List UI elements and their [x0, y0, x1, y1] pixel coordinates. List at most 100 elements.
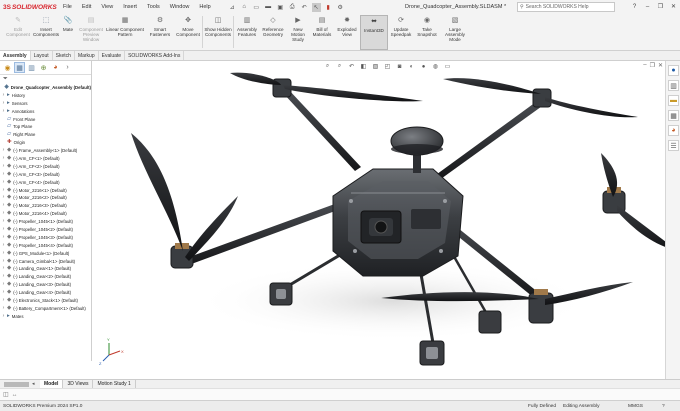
component-preview-button[interactable]: ▤ Component Preview Window [76, 15, 106, 42]
expand-arrow-icon[interactable]: › [0, 187, 7, 195]
tree-item[interactable]: › ◆ (-) Motor_2216<4> (Default) [0, 210, 91, 218]
tree-item[interactable]: › ◆ (-) Motor_2216<1> (Default) [0, 187, 91, 195]
solidworks-resources-icon[interactable]: ● [668, 65, 679, 76]
expand-arrow-icon[interactable]: › [0, 210, 7, 218]
graphics-area[interactable]: ⌕ ⌕ ↶ ◧ ▧ ◰ ◙ ◐ ● ◍ ▭ – ❐ ✕ Y X Z [93, 61, 665, 379]
tree-item[interactable]: › ◆ (-) Motor_2216<3> (Default) [0, 202, 91, 210]
take-snapshot-button[interactable]: ◉ Take Snapshot [414, 15, 440, 37]
tree-item[interactable]: ▱ Right Plane [0, 131, 91, 139]
tab-markup[interactable]: Markup [75, 51, 99, 60]
select-arrow-icon[interactable]: ↖ [311, 2, 321, 12]
tree-item[interactable]: › ◆ (-) Arm_CF<2> (Default) [0, 163, 91, 171]
menu-tools[interactable]: Tools [142, 0, 165, 14]
expand-arrow-icon[interactable]: › [0, 226, 7, 234]
rebuild-icon[interactable]: ▮ [324, 3, 333, 12]
tree-item[interactable]: ✚ Origin [0, 139, 91, 147]
tree-filter[interactable]: ⏷ [0, 75, 91, 83]
options-gear-icon[interactable]: ⚙ [336, 3, 345, 12]
reference-geometry-button[interactable]: ◇ Reference Geometry [260, 15, 286, 37]
horizontal-scrollbar[interactable] [4, 382, 29, 387]
expand-arrow-icon[interactable]: › [0, 273, 7, 281]
menu-help[interactable]: Help [194, 0, 215, 14]
mate-button[interactable]: 📎 Mate [60, 15, 76, 32]
tree-item[interactable]: ▱ Front Plane [0, 116, 91, 124]
solidworks-logo[interactable]: 3S SOLIDWORKS [0, 4, 58, 11]
tree-item[interactable]: › ◆ (-) Electronics_Stack<1> (Default) [0, 297, 91, 305]
custom-properties-icon[interactable]: ☰ [668, 140, 679, 151]
expand-panel-chevron-icon[interactable]: › [62, 62, 73, 73]
view-palette-icon[interactable]: ▦ [668, 110, 679, 121]
new-motion-study-button[interactable]: ▶ New Motion Study [287, 15, 309, 42]
home-icon[interactable]: ⌂ [240, 3, 249, 12]
expand-arrow-icon[interactable]: › [0, 218, 7, 226]
tree-item[interactable]: › ▸ Annotations [0, 108, 91, 116]
tree-item[interactable]: › ◆ (-) Landing_Gear<1> (Default) [0, 265, 91, 273]
tree-item[interactable]: ◈ Drone_Quadcopter_Assembly (Default) [0, 84, 91, 92]
tab-addins[interactable]: SOLIDWORKS Add-Ins [125, 51, 185, 60]
tree-item[interactable]: › ◆ (-) Propeller_1045<1> (Default) [0, 218, 91, 226]
open-folder-icon[interactable]: ▬ [264, 3, 273, 12]
new-document-icon[interactable]: ▭ [252, 3, 261, 12]
tab-assembly[interactable]: Assembly [0, 51, 31, 60]
menu-insert[interactable]: Insert [118, 0, 142, 14]
expand-arrow-icon[interactable]: › [0, 305, 7, 313]
menu-window[interactable]: Window [165, 0, 195, 14]
minimize-icon[interactable]: – [643, 0, 652, 14]
expand-arrow-icon[interactable]: › [0, 265, 7, 273]
help-question-icon[interactable]: ? [630, 0, 639, 14]
tree-item[interactable]: › ◆ (-) Arm_CF<4> (Default) [0, 179, 91, 187]
tab-layout[interactable]: Layout [31, 51, 53, 60]
feature-manager-tab-icon[interactable]: ◉ [2, 62, 13, 73]
expand-arrow-icon[interactable]: › [0, 202, 7, 210]
tab-evaluate[interactable]: Evaluate [99, 51, 126, 60]
tree-item[interactable]: › ▸ Mates [0, 313, 91, 321]
drone-model[interactable]: Y X Z [93, 61, 665, 379]
tree-item[interactable]: › ◆ (-) Landing_Gear<4> (Default) [0, 289, 91, 297]
undo-icon[interactable]: ↶ [300, 3, 309, 12]
close-icon[interactable]: ✕ [669, 0, 678, 14]
display-manager-tab-icon[interactable]: ◕ [50, 62, 61, 73]
configuration-manager-tab-icon[interactable]: ▥ [26, 62, 37, 73]
tree-item[interactable]: › ▸ Sensors [0, 100, 91, 108]
tab-sketch[interactable]: Sketch [53, 51, 75, 60]
status-units[interactable]: MMGS [628, 401, 643, 411]
expand-arrow-icon[interactable]: › [0, 258, 7, 266]
menu-edit[interactable]: Edit [77, 0, 96, 14]
tree-item[interactable]: › ◆ (-) Landing_Gear<3> (Default) [0, 281, 91, 289]
assembly-features-button[interactable]: ▥ Assembly Features [234, 15, 260, 37]
expand-arrow-icon[interactable]: › [0, 234, 7, 242]
exploded-view-button[interactable]: ✸ Exploded View [335, 15, 359, 37]
appearances-icon[interactable]: ◕ [668, 125, 679, 136]
expand-arrow-icon[interactable]: › [0, 171, 7, 179]
expand-arrow-icon[interactable]: › [0, 297, 7, 305]
smart-fasteners-button[interactable]: ⚙ Smart Fasteners [146, 15, 174, 37]
edit-component-button[interactable]: ✎ Edit Component [3, 15, 33, 37]
linear-pattern-button[interactable]: ▦ Linear Component Pattern [105, 15, 145, 37]
expand-arrow-icon[interactable]: › [0, 289, 7, 297]
expand-arrow-icon[interactable]: › [0, 147, 7, 155]
dimxpert-tab-icon[interactable]: ⊕ [38, 62, 49, 73]
expand-arrow-icon[interactable]: › [0, 108, 7, 116]
move-component-button[interactable]: ✥ Move Component [174, 15, 202, 37]
tree-item[interactable]: › ◆ (-) Propeller_1045<4> (Default) [0, 242, 91, 250]
tree-item[interactable]: › ◆ (-) Landing_Gear<2> (Default) [0, 273, 91, 281]
expand-arrow-icon[interactable]: › [0, 179, 7, 187]
menu-file[interactable]: File [58, 0, 77, 14]
large-assembly-mode-button[interactable]: ▧ Large Assembly Mode [441, 15, 469, 42]
expand-arrow-icon[interactable]: › [0, 250, 7, 258]
save-icon[interactable]: ▣ [276, 3, 285, 12]
expand-arrow-icon[interactable]: › [0, 242, 7, 250]
tree-item[interactable]: ▱ Top Plane [0, 123, 91, 131]
tree-item[interactable]: › ◆ (-) Motor_2216<2> (Default) [0, 194, 91, 202]
restore-icon[interactable]: ❐ [656, 0, 665, 14]
panel-toggle-icon[interactable]: ◫ [3, 391, 9, 398]
expand-arrow-icon[interactable]: › [0, 155, 7, 163]
design-library-icon[interactable]: ▥ [668, 80, 679, 91]
tree-item[interactable]: › ◆ (-) Arm_CF<3> (Default) [0, 171, 91, 179]
file-explorer-icon[interactable]: ▬ [668, 95, 679, 106]
pin-icon[interactable]: ⊿ [228, 3, 237, 12]
insert-components-button[interactable]: ⬚ Insert Components [31, 15, 61, 37]
tree-item[interactable]: › ◆ (-) Propeller_1045<3> (Default) [0, 234, 91, 242]
expand-arrow-icon[interactable]: › [0, 194, 7, 202]
tree-item[interactable]: › ◆ (-) Propeller_1045<2> (Default) [0, 226, 91, 234]
